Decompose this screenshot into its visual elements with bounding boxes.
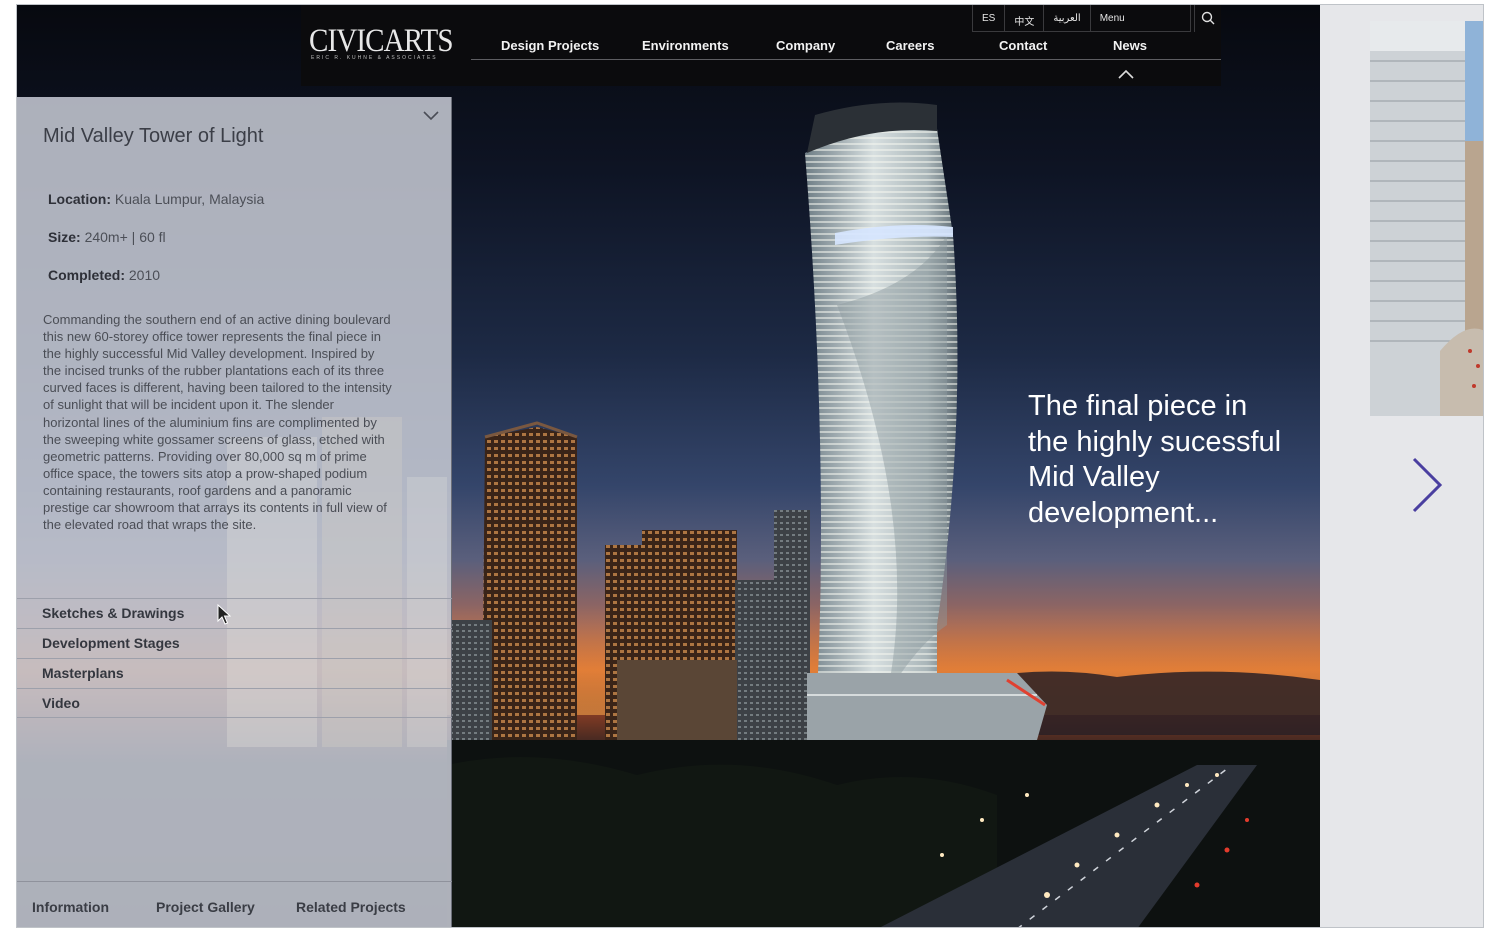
thumbnail-image — [1370, 21, 1483, 416]
lang-chinese[interactable]: 中文 — [1005, 5, 1045, 32]
language-switcher: ES 中文 العربية Menu — [972, 5, 1191, 32]
tab-information[interactable]: Information — [32, 899, 109, 915]
menu-button[interactable]: Menu — [1091, 5, 1191, 32]
nav-environments[interactable]: Environments — [642, 38, 729, 53]
search-button[interactable] — [1194, 5, 1221, 32]
tab-related-projects[interactable]: Related Projects — [296, 899, 406, 915]
project-title: Mid Valley Tower of Light — [43, 125, 264, 147]
link-development-stages[interactable]: Development Stages — [17, 628, 452, 658]
chevron-up-icon[interactable] — [1118, 68, 1134, 80]
lang-arabic[interactable]: العربية — [1044, 5, 1091, 32]
chevron-right-icon[interactable] — [1408, 457, 1444, 513]
nav-contact[interactable]: Contact — [999, 38, 1047, 53]
search-icon — [1201, 11, 1215, 25]
tab-project-gallery[interactable]: Project Gallery — [156, 899, 255, 915]
main-menu: Design Projects Environments Company Car… — [471, 38, 1221, 60]
project-info-panel: Mid Valley Tower of Light Location: Kual… — [17, 97, 452, 927]
nav-company[interactable]: Company — [776, 38, 835, 53]
browser-viewport: CIVICARTS ERIC R. KUHNE & ASSOCIATES ES … — [16, 4, 1484, 928]
nav-news[interactable]: News — [1113, 38, 1147, 53]
mouse-pointer-icon — [217, 604, 231, 625]
hero-caption: The final piece in the highly sucessful … — [1028, 390, 1282, 529]
lang-es[interactable]: ES — [973, 5, 1006, 32]
project-sublinks: Sketches & Drawings Development Stages M… — [17, 598, 452, 718]
top-navigation: CIVICARTS ERIC R. KUHNE & ASSOCIATES ES … — [301, 5, 1221, 86]
nav-design-projects[interactable]: Design Projects — [501, 38, 599, 53]
link-masterplans[interactable]: Masterplans — [17, 658, 452, 688]
link-video[interactable]: Video — [17, 688, 452, 718]
project-location: Location: Kuala Lumpur, Malaysia — [48, 191, 265, 207]
next-project-rail — [1320, 5, 1483, 927]
nav-careers[interactable]: Careers — [886, 38, 934, 53]
civicarts-logo[interactable]: CIVICARTS ERIC R. KUHNE & ASSOCIATES — [309, 23, 459, 63]
project-completed: Completed: 2010 — [48, 267, 161, 283]
next-project-thumbnail[interactable] — [1370, 21, 1483, 416]
chevron-down-icon[interactable] — [422, 109, 440, 121]
panel-tabs: Information Project Gallery Related Proj… — [17, 881, 452, 927]
link-sketches-drawings[interactable]: Sketches & Drawings — [17, 598, 452, 628]
project-description: Commanding the southern end of an active… — [43, 312, 392, 533]
project-size: Size: 240m+ | 60 fl — [48, 229, 166, 245]
